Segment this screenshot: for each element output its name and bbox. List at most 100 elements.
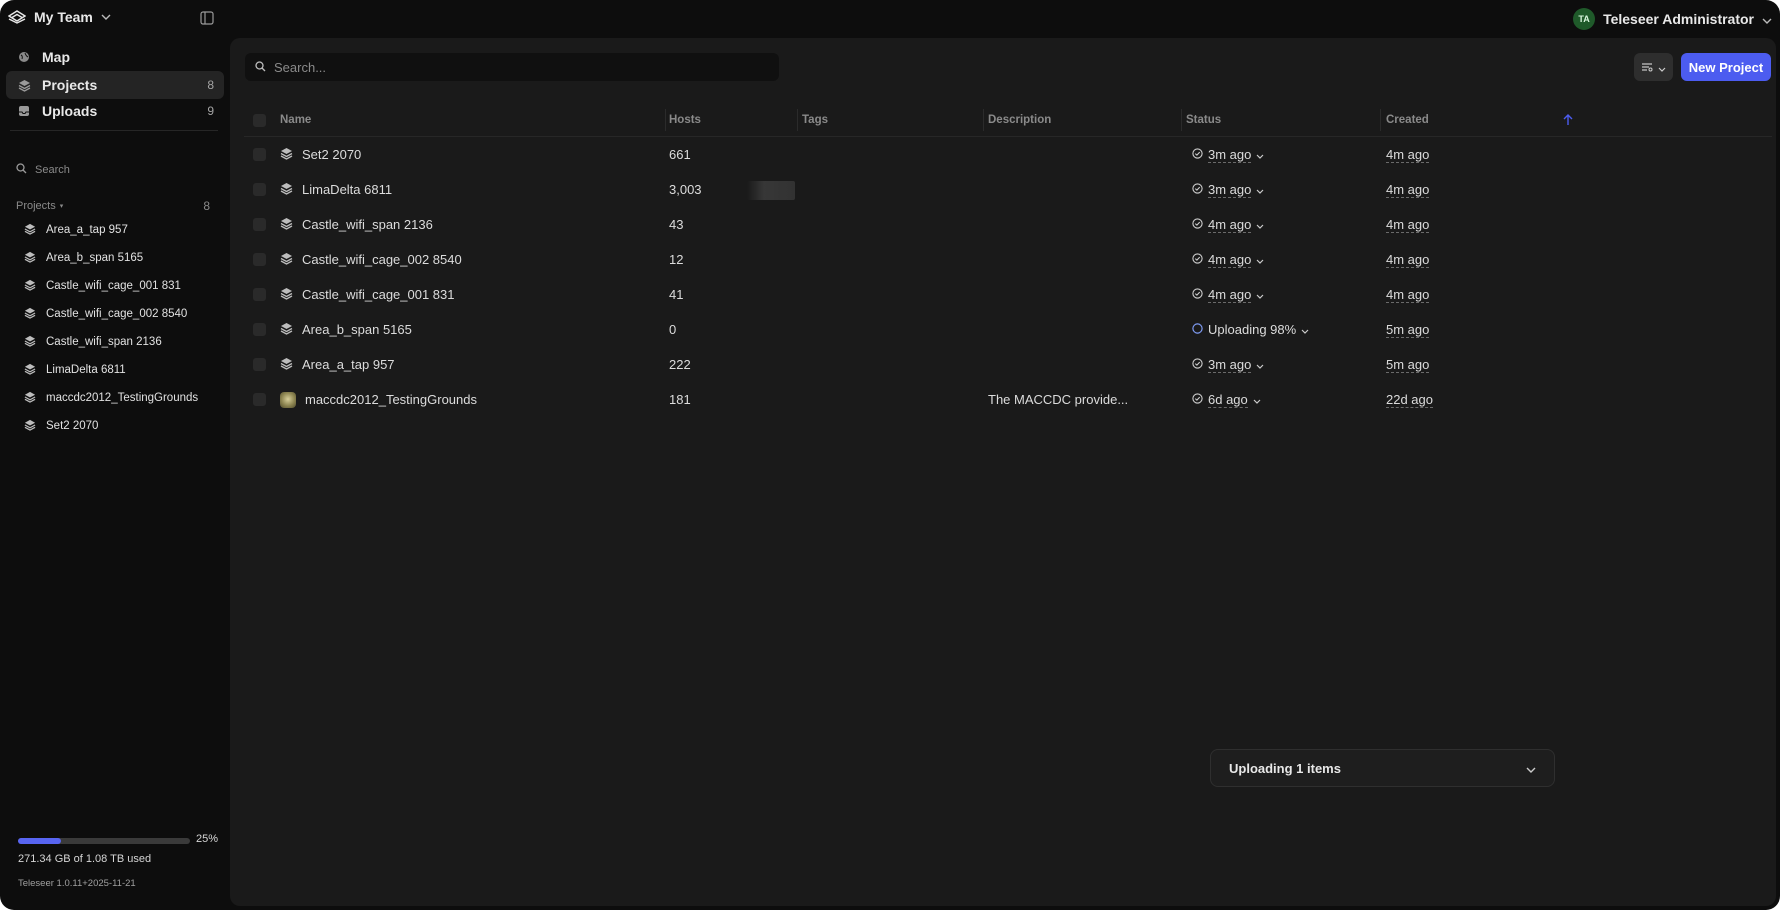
project-name: Castle_wifi_span 2136 — [302, 217, 433, 232]
upload-status-toast[interactable]: Uploading 1 items — [1210, 749, 1555, 787]
app-logo-icon — [8, 10, 26, 24]
layers-icon — [24, 419, 36, 434]
status-cell[interactable]: 6d ago — [1192, 382, 1261, 417]
chevron-down-icon — [1256, 182, 1264, 197]
sidebar-project-item[interactable]: Area_a_tap 957 — [16, 216, 216, 244]
column-divider[interactable] — [665, 109, 666, 131]
check-circle-icon — [1192, 252, 1203, 267]
sidebar-search[interactable]: Search — [8, 158, 218, 182]
row-checkbox[interactable] — [253, 347, 266, 382]
sidebar-item-projects[interactable]: Projects 8 — [6, 71, 224, 99]
project-name-cell[interactable]: Area_b_span 5165 — [280, 312, 412, 347]
table-row[interactable]: Area_b_span 5165 0 Uploading 98% 5m ago — [244, 312, 1772, 347]
project-name: Castle_wifi_cage_001 831 — [302, 287, 455, 302]
status-cell[interactable]: 4m ago — [1192, 207, 1264, 242]
column-divider[interactable] — [983, 109, 984, 131]
projects-section-header[interactable]: Projects ▾ 8 — [16, 199, 210, 213]
row-checkbox[interactable] — [253, 382, 266, 417]
project-name-cell[interactable]: Castle_wifi_cage_001 831 — [280, 277, 455, 312]
created-text: 4m ago — [1386, 181, 1430, 198]
storage-usage: 25% 271.34 GB of 1.08 TB used Teleseer 1… — [18, 820, 218, 910]
status-cell[interactable]: Uploading 98% — [1192, 312, 1309, 347]
column-divider[interactable] — [1181, 109, 1182, 131]
team-switcher[interactable]: My Team — [8, 9, 111, 25]
sidebar-project-item[interactable]: Castle_wifi_span 2136 — [16, 328, 216, 356]
sidebar-project-item[interactable]: Area_b_span 5165 — [16, 244, 216, 272]
created-text: 22d ago — [1386, 391, 1433, 408]
status-text: 3m ago — [1208, 181, 1252, 198]
row-checkbox[interactable] — [253, 207, 266, 242]
status-cell[interactable]: 4m ago — [1192, 242, 1264, 277]
sidebar-project-item[interactable]: Castle_wifi_cage_002 8540 — [16, 300, 216, 328]
description-cell: The MACCDC provide... — [988, 392, 1129, 407]
table-row[interactable]: Set2 2070 661 3m ago 4m ago — [244, 137, 1772, 172]
layers-icon — [24, 223, 36, 238]
table-row[interactable]: Castle_wifi_cage_002 8540 12 4m ago 4m a… — [244, 242, 1772, 277]
layers-icon — [280, 182, 293, 198]
sidebar-item-uploads[interactable]: Uploads 9 — [6, 97, 224, 125]
view-options-button[interactable] — [1634, 53, 1673, 81]
table-row[interactable]: Castle_wifi_span 2136 43 4m ago 4m ago — [244, 207, 1772, 242]
column-header-hosts[interactable]: Hosts — [669, 103, 701, 137]
status-cell[interactable]: 3m ago — [1192, 137, 1264, 172]
sort-ascending-icon[interactable] — [1563, 103, 1573, 137]
projects-heading: Projects — [16, 200, 56, 212]
layers-icon — [280, 322, 293, 338]
row-checkbox[interactable] — [253, 172, 266, 207]
project-name-cell[interactable]: Area_a_tap 957 — [280, 347, 395, 382]
project-name-cell[interactable]: LimaDelta 6811 — [280, 172, 392, 207]
table-row[interactable]: LimaDelta 6811 3,003 3m ago 4m ago — [244, 172, 1772, 207]
chevron-down-icon — [1256, 252, 1264, 267]
created-cell: 5m ago — [1386, 312, 1430, 347]
caret-down-icon: ▾ — [59, 203, 64, 210]
created-cell: 4m ago — [1386, 242, 1430, 277]
column-header-status[interactable]: Status — [1186, 103, 1221, 137]
new-project-button[interactable]: New Project — [1681, 53, 1771, 81]
chevron-down-icon — [1256, 357, 1264, 372]
column-divider[interactable] — [797, 109, 798, 131]
created-cell: 4m ago — [1386, 277, 1430, 312]
hosts-loading-shimmer — [747, 181, 795, 200]
project-name-cell[interactable]: Castle_wifi_cage_002 8540 — [280, 242, 462, 277]
table-row[interactable]: Area_a_tap 957 222 3m ago 5m ago — [244, 347, 1772, 382]
check-circle-icon — [1192, 392, 1203, 407]
select-all-checkbox[interactable] — [253, 103, 266, 137]
row-checkbox[interactable] — [253, 242, 266, 277]
layers-icon — [280, 217, 293, 233]
project-name-cell[interactable]: maccdc2012_TestingGrounds — [280, 382, 477, 417]
column-header-description[interactable]: Description — [988, 103, 1051, 137]
column-divider[interactable] — [1380, 109, 1381, 131]
status-cell[interactable]: 3m ago — [1192, 347, 1264, 382]
layers-icon — [280, 357, 293, 373]
layers-icon — [24, 335, 36, 350]
sidebar-project-item[interactable]: Set2 2070 — [16, 412, 216, 440]
sidebar-project-item[interactable]: LimaDelta 6811 — [16, 356, 216, 384]
search-input[interactable]: Search... — [245, 53, 779, 81]
sidebar-project-item[interactable]: Castle_wifi_cage_001 831 — [16, 272, 216, 300]
user-menu[interactable]: TA Teleseer Administrator — [1573, 8, 1772, 30]
column-header-name[interactable]: Name — [280, 103, 311, 137]
layers-icon — [24, 363, 36, 378]
row-checkbox[interactable] — [253, 137, 266, 172]
status-text: 3m ago — [1208, 356, 1252, 373]
sidebar-toggle-icon[interactable] — [200, 11, 216, 27]
layers-icon — [24, 251, 36, 266]
sidebar-item-map[interactable]: Map — [6, 43, 224, 71]
table-row[interactable]: maccdc2012_TestingGrounds 181 The MACCDC… — [244, 382, 1772, 417]
row-checkbox[interactable] — [253, 277, 266, 312]
column-header-created[interactable]: Created — [1386, 103, 1429, 137]
column-header-tags[interactable]: Tags — [802, 103, 828, 137]
created-cell: 5m ago — [1386, 347, 1430, 382]
status-cell[interactable]: 4m ago — [1192, 277, 1264, 312]
chevron-down-icon — [1256, 217, 1264, 232]
sidebar-project-label: maccdc2012_TestingGrounds — [46, 392, 199, 404]
chevron-down-icon[interactable] — [1526, 761, 1536, 776]
status-cell[interactable]: 3m ago — [1192, 172, 1264, 207]
table-row[interactable]: Castle_wifi_cage_001 831 41 4m ago 4m ag… — [244, 277, 1772, 312]
hosts-cell: 222 — [669, 357, 691, 372]
project-name-cell[interactable]: Castle_wifi_span 2136 — [280, 207, 433, 242]
project-name-cell[interactable]: Set2 2070 — [280, 137, 361, 172]
row-checkbox[interactable] — [253, 312, 266, 347]
hosts-cell: 661 — [669, 147, 691, 162]
sidebar-project-item[interactable]: maccdc2012_TestingGrounds — [16, 384, 216, 412]
